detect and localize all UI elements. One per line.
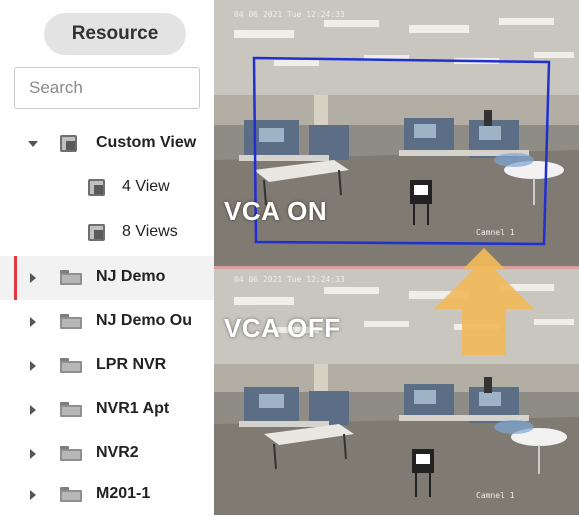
timestamp: 04 06 2021 Tue 12:24:33 (234, 10, 345, 19)
tree-item-label: 8 Views (122, 223, 178, 240)
resource-tab[interactable]: Resource (44, 13, 186, 55)
tree-item-label: M201-1 (96, 485, 151, 502)
caret-right-icon[interactable] (30, 449, 36, 459)
tree-item-label: NJ Demo Ou (96, 312, 193, 329)
search-input[interactable] (14, 67, 200, 109)
camera-view-vca-on[interactable]: 04 06 2021 Tue 12:24:33 Camnel 1 VCA ON (214, 0, 579, 266)
tree-item-nj-demo-ou[interactable]: NJ Demo Ou (0, 300, 214, 344)
channel-label: Camnel 1 (476, 228, 515, 237)
folder-icon (60, 270, 82, 285)
view-icon (60, 135, 77, 152)
camera-frame (214, 269, 579, 515)
tree-item-label: 4 View (122, 178, 170, 195)
camera-view-vca-off[interactable]: 04 06 2021 Tue 12:24:33 Camnel 1 VCA OFF (214, 269, 579, 515)
folder-icon (60, 314, 82, 329)
caret-right-icon[interactable] (30, 273, 36, 283)
tree-item-label: NVR1 Apt (96, 400, 170, 417)
tree-item-4-view[interactable]: 4 View (0, 166, 214, 210)
folder-icon (60, 358, 82, 373)
folder-icon (60, 446, 82, 461)
caret-down-icon[interactable] (28, 141, 38, 147)
tree-item-nvr1-apt[interactable]: NVR1 Apt (0, 388, 214, 432)
vca-status-label: VCA OFF (224, 313, 341, 343)
tree-item-nvr2[interactable]: NVR2 (0, 432, 214, 476)
selection-indicator (14, 256, 17, 300)
tree-item-m201-1[interactable]: M201-1 (0, 473, 214, 517)
tree-item-lpr-nvr[interactable]: LPR NVR (0, 344, 214, 388)
tree-item-label: LPR NVR (96, 356, 167, 373)
view-icon (88, 224, 105, 241)
caret-right-icon[interactable] (30, 317, 36, 327)
folder-icon (60, 487, 82, 502)
timestamp: 04 06 2021 Tue 12:24:33 (234, 275, 345, 284)
caret-right-icon[interactable] (30, 490, 36, 500)
resource-sidebar: Resource Custom View 4 View 8 Views NJ D… (0, 0, 214, 515)
tree-item-label: Custom View (96, 134, 197, 151)
channel-label: Camnel 1 (476, 491, 515, 500)
view-icon (88, 179, 105, 196)
tree-item-label: NVR2 (96, 444, 139, 461)
tree-item-custom-view[interactable]: Custom View (0, 122, 214, 166)
arrow-up-icon (462, 248, 506, 270)
vca-status-label: VCA ON (224, 196, 328, 226)
tree-item-label: NJ Demo (96, 268, 166, 285)
tree-item-8-views[interactable]: 8 Views (0, 211, 214, 255)
caret-right-icon[interactable] (30, 361, 36, 371)
folder-icon (60, 402, 82, 417)
tree-item-nj-demo[interactable]: NJ Demo (0, 256, 214, 300)
caret-right-icon[interactable] (30, 405, 36, 415)
